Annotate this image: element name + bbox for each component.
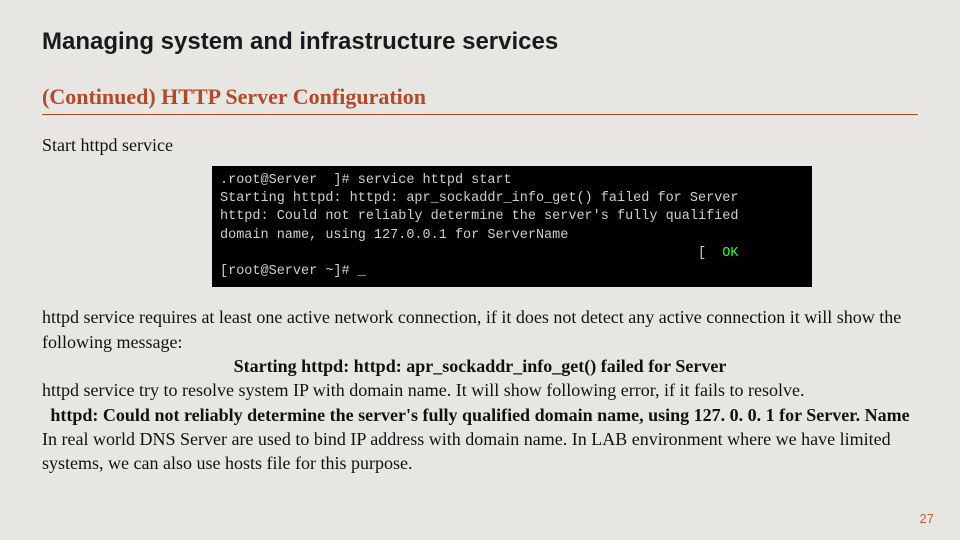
section-subheading: (Continued) HTTP Server Configuration <box>42 84 918 115</box>
slide: Managing system and infrastructure servi… <box>0 0 960 540</box>
para-1: httpd service requires at least one acti… <box>42 307 901 351</box>
para-3: In real world DNS Server are used to bin… <box>42 429 891 473</box>
bold-msg-1: Starting httpd: httpd: apr_sockaddr_info… <box>42 354 918 378</box>
slide-title: Managing system and infrastructure servi… <box>42 28 918 56</box>
intro-text: Start httpd service <box>42 135 918 156</box>
terminal-line-4: domain name, using 127.0.0.1 for ServerN… <box>220 228 568 243</box>
bold-msg-2: httpd: Could not reliably determine the … <box>42 403 918 427</box>
body-paragraphs: httpd service requires at least one acti… <box>42 305 918 475</box>
terminal-output: .root@Server ]# service httpd start Star… <box>212 166 812 287</box>
para-2: httpd service try to resolve system IP w… <box>42 380 804 400</box>
terminal-line-1: .root@Server ]# service httpd start <box>220 173 512 188</box>
terminal-line-5-open: [ <box>220 246 722 261</box>
terminal-line-2: Starting httpd: httpd: apr_sockaddr_info… <box>220 191 738 206</box>
terminal-line-6: [root@Server ~]# _ <box>220 264 366 279</box>
page-number: 27 <box>920 511 934 526</box>
terminal-ok-label: OK <box>722 246 738 261</box>
terminal-line-3: httpd: Could not reliably determine the … <box>220 209 738 224</box>
